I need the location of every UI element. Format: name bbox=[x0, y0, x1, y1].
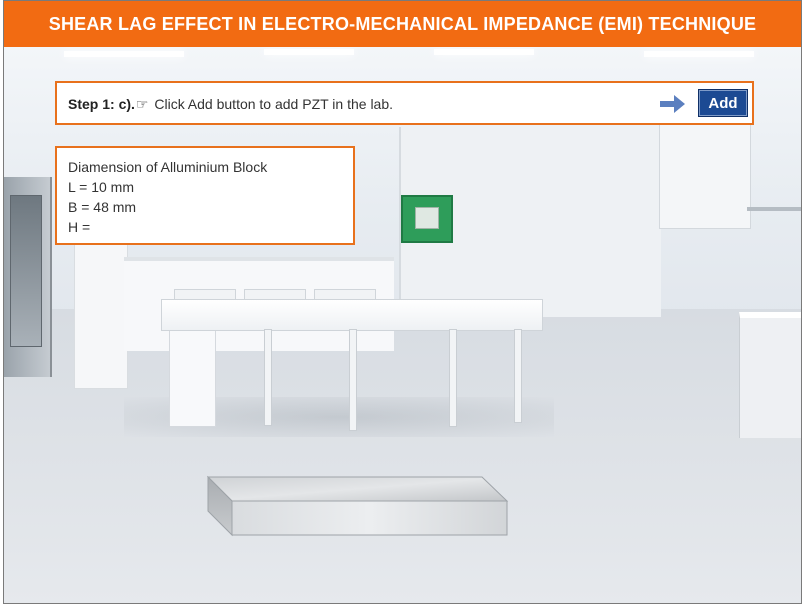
glass-cabinet bbox=[4, 177, 52, 377]
emergency-sign bbox=[401, 195, 453, 243]
ceiling-light bbox=[64, 51, 184, 57]
instruction-message: Click Add button to add PZT in the lab. bbox=[150, 96, 394, 112]
table-leg bbox=[449, 329, 457, 427]
step-label: Step 1: c). bbox=[68, 96, 135, 112]
wall-shelf bbox=[747, 207, 801, 211]
right-counter bbox=[739, 312, 801, 438]
table-cabinet bbox=[169, 329, 216, 427]
dimension-panel: Diamension of Alluminium Block L = 10 mm… bbox=[55, 146, 355, 245]
ceiling-light bbox=[264, 49, 354, 55]
app-frame: SHEAR LAG EFFECT IN ELECTRO-MECHANICAL I… bbox=[3, 0, 802, 604]
table-leg bbox=[264, 329, 272, 426]
pointing-hand-icon: ☞ bbox=[135, 96, 149, 112]
dimension-length: L = 10 mm bbox=[68, 179, 135, 195]
aluminium-block[interactable] bbox=[207, 475, 509, 537]
dimension-breadth: B = 48 mm bbox=[68, 199, 137, 215]
instruction-text: Step 1: c).☞ Click Add button to add PZT… bbox=[68, 83, 393, 123]
table-leg bbox=[514, 329, 522, 423]
lab-table bbox=[161, 299, 543, 331]
instruction-panel: Step 1: c).☞ Click Add button to add PZT… bbox=[55, 81, 754, 125]
ceiling-light bbox=[644, 51, 754, 57]
page-title: SHEAR LAG EFFECT IN ELECTRO-MECHANICAL I… bbox=[4, 1, 801, 47]
dimension-heading: Diamension of Alluminium Block bbox=[68, 159, 268, 175]
ceiling-light bbox=[434, 49, 534, 55]
add-button[interactable]: Add bbox=[698, 89, 748, 117]
arrow-right-icon bbox=[660, 95, 685, 113]
table-leg bbox=[349, 329, 357, 431]
wall-cabinet bbox=[659, 117, 751, 229]
dimension-height: H = bbox=[68, 219, 91, 235]
